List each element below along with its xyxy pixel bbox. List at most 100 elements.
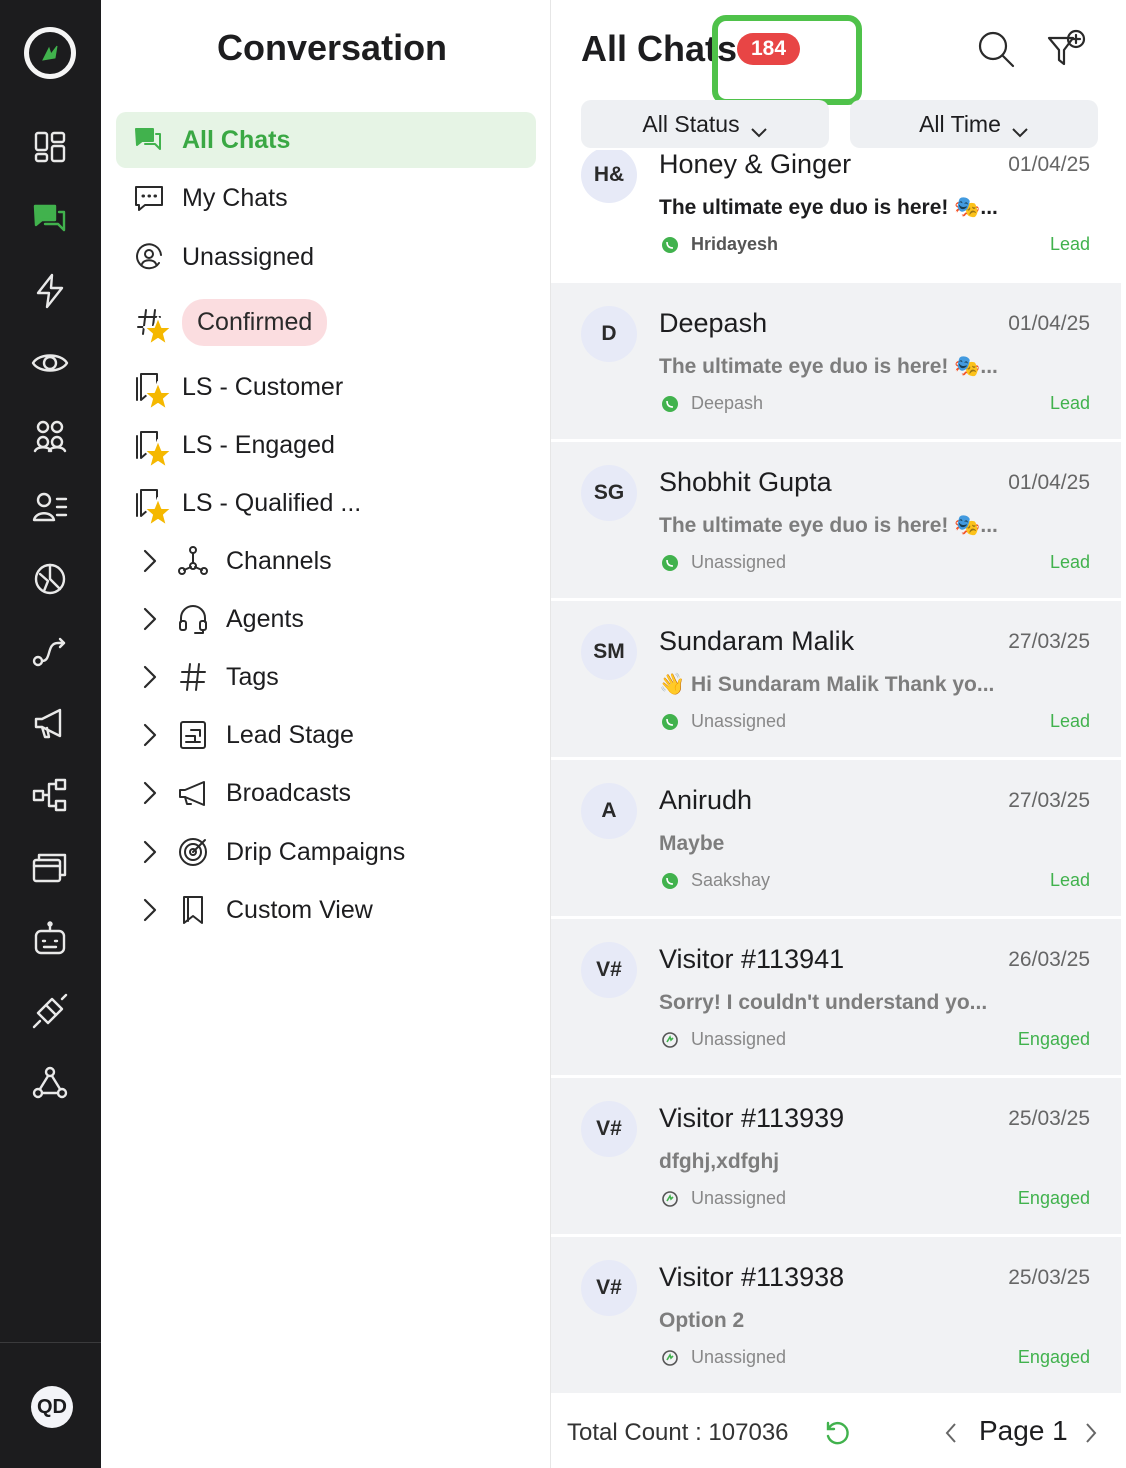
chat-card[interactable]: SM Sundaram Malik 27/03/25 👋 Hi Sundaram… [551, 601, 1121, 759]
lead-stage: Engaged [1017, 1347, 1090, 1367]
star-icon [143, 439, 173, 469]
assigned-agent: Unassigned [691, 1029, 787, 1049]
bolt-icon[interactable] [28, 269, 72, 313]
sidebar-item-all-chats[interactable]: All Chats [116, 112, 536, 168]
contact-name: Visitor #113938 [659, 1262, 845, 1292]
sidebar-group-lead-stage[interactable]: Lead Stage [116, 707, 536, 763]
chevron-right-icon [140, 606, 160, 632]
last-message: Maybe [659, 832, 725, 855]
chat-card[interactable]: V# Visitor #113938 25/03/25 Option 2 Una… [551, 1237, 1121, 1395]
web-chat-icon [662, 1191, 678, 1207]
total-count-label: Total Count : [567, 1419, 702, 1446]
chevron-down-icon [750, 118, 768, 138]
filter-add-icon[interactable] [1045, 28, 1087, 70]
sidebar-group-drip-campaigns[interactable]: Drip Campaigns [116, 824, 536, 880]
chevron-right-icon [140, 780, 160, 806]
assigned-agent: Saakshay [691, 870, 771, 890]
avatar[interactable]: QD [31, 1386, 73, 1428]
templates-icon[interactable] [28, 845, 72, 889]
chat-date: 26/03/25 [1008, 948, 1090, 971]
chevron-right-icon [140, 548, 160, 574]
headset-icon [176, 602, 210, 636]
lead-stage: Lead [1049, 393, 1090, 413]
assigned-agent: Unassigned [691, 1188, 787, 1208]
eye-icon[interactable] [28, 341, 72, 385]
contact-name: Visitor #113939 [659, 1103, 845, 1133]
whatsapp-icon [662, 396, 678, 412]
chats-icon[interactable] [28, 197, 72, 241]
chat-card[interactable]: SG Shobhit Gupta 01/04/25 The ultimate e… [551, 442, 1121, 600]
whatsapp-icon [662, 555, 678, 571]
flows-icon[interactable] [28, 629, 72, 673]
next-page-button[interactable] [1083, 1421, 1099, 1445]
conversation-sidebar: Conversation All Chats My Chats Unassign… [101, 0, 628, 1468]
dashboard-icon[interactable] [28, 125, 72, 169]
message-dots-icon [132, 181, 166, 215]
chevron-down-icon [1011, 118, 1029, 138]
chat-card[interactable]: H& Honey & Ginger 01/04/25 The ultimate … [551, 150, 1121, 282]
broadcast-icon[interactable] [28, 701, 72, 745]
sidebar-group-broadcasts[interactable]: Broadcasts [116, 765, 536, 821]
chevron-right-icon [140, 664, 160, 690]
prev-page-button[interactable] [943, 1421, 959, 1445]
last-message: The ultimate eye duo is here! 🎭... [659, 196, 998, 219]
refresh-icon[interactable] [823, 1419, 851, 1447]
highlight-box [712, 15, 862, 105]
lead-stage: Lead [1049, 552, 1090, 572]
contact-avatar: H& [581, 150, 637, 203]
chat-card[interactable]: V# Visitor #113941 26/03/25 Sorry! I cou… [551, 919, 1121, 1077]
time-filter-dropdown[interactable]: All Time [850, 100, 1098, 148]
contact-name: Honey & Ginger [659, 150, 852, 179]
search-icon[interactable] [975, 28, 1017, 70]
contact-name: Sundaram Malik [659, 626, 855, 656]
sidebar-group-custom-view[interactable]: Custom View [116, 882, 536, 938]
contact-avatar: V# [581, 1101, 637, 1157]
lead-stage: Lead [1049, 234, 1090, 254]
total-count-value: 107036 [708, 1419, 789, 1446]
contacts-list-icon[interactable] [28, 485, 72, 529]
sidebar-group-tags[interactable]: Tags [116, 649, 536, 705]
sidebar-group-agents[interactable]: Agents [116, 591, 536, 647]
rail-divider [0, 1342, 101, 1343]
chat-card[interactable]: V# Visitor #113939 25/03/25 dfghj,xdfghj… [551, 1078, 1121, 1236]
chat-date: 27/03/25 [1008, 789, 1090, 812]
total-count: Total Count : 107036 [567, 1419, 789, 1447]
sidebar-item-ls-qualified[interactable]: LS - Qualified ... [116, 475, 536, 531]
sidebar-item-confirmed[interactable]: Confirmed [116, 294, 536, 350]
contacts-group-icon[interactable] [28, 413, 72, 457]
web-chat-icon [662, 1350, 678, 1366]
webhook-icon[interactable] [28, 1061, 72, 1105]
star-icon [143, 381, 173, 411]
sidebar-group-label: Broadcasts [226, 778, 352, 807]
status-filter-dropdown[interactable]: All Status [581, 100, 829, 148]
chat-card[interactable]: A Anirudh 27/03/25 Maybe Saakshay Lead [551, 760, 1121, 918]
contact-avatar: SM [581, 624, 637, 680]
sidebar-item-unassigned[interactable]: Unassigned [116, 229, 536, 285]
sidebar-item-my-chats[interactable]: My Chats [116, 170, 536, 226]
chat-list: H& Honey & Ginger 01/04/25 The ultimate … [551, 150, 1121, 1397]
sidebar-group-channels[interactable]: Channels [116, 533, 536, 589]
contact-avatar: V# [581, 942, 637, 998]
analytics-icon[interactable] [28, 557, 72, 601]
chat-date: 25/03/25 [1008, 1266, 1090, 1289]
contact-avatar: V# [581, 1260, 637, 1316]
chevron-right-icon [140, 897, 160, 923]
contact-name: Visitor #113941 [659, 944, 845, 974]
sidebar-item-label: LS - Qualified ... [182, 488, 362, 517]
chat-date: 27/03/25 [1008, 630, 1090, 653]
sidebar-item-ls-engaged[interactable]: LS - Engaged [116, 417, 536, 473]
workflow-icon[interactable] [28, 773, 72, 817]
logo-icon[interactable] [24, 27, 76, 79]
sidebar-group-label: Drip Campaigns [226, 837, 406, 866]
sidebar-item-ls-customer[interactable]: LS - Customer [116, 359, 536, 415]
contact-name: Deepash [659, 308, 768, 338]
chats-icon [132, 123, 166, 157]
contact-name: Shobhit Gupta [659, 467, 832, 497]
sidebar-item-label: All Chats [182, 125, 291, 154]
chat-card[interactable]: D Deepash 01/04/25 The ultimate eye duo … [551, 283, 1121, 441]
star-icon [143, 316, 173, 346]
bot-icon[interactable] [28, 917, 72, 961]
sidebar-title: Conversation [217, 27, 448, 68]
integrations-icon[interactable] [28, 989, 72, 1033]
last-message: dfghj,xdfghj [659, 1150, 780, 1173]
